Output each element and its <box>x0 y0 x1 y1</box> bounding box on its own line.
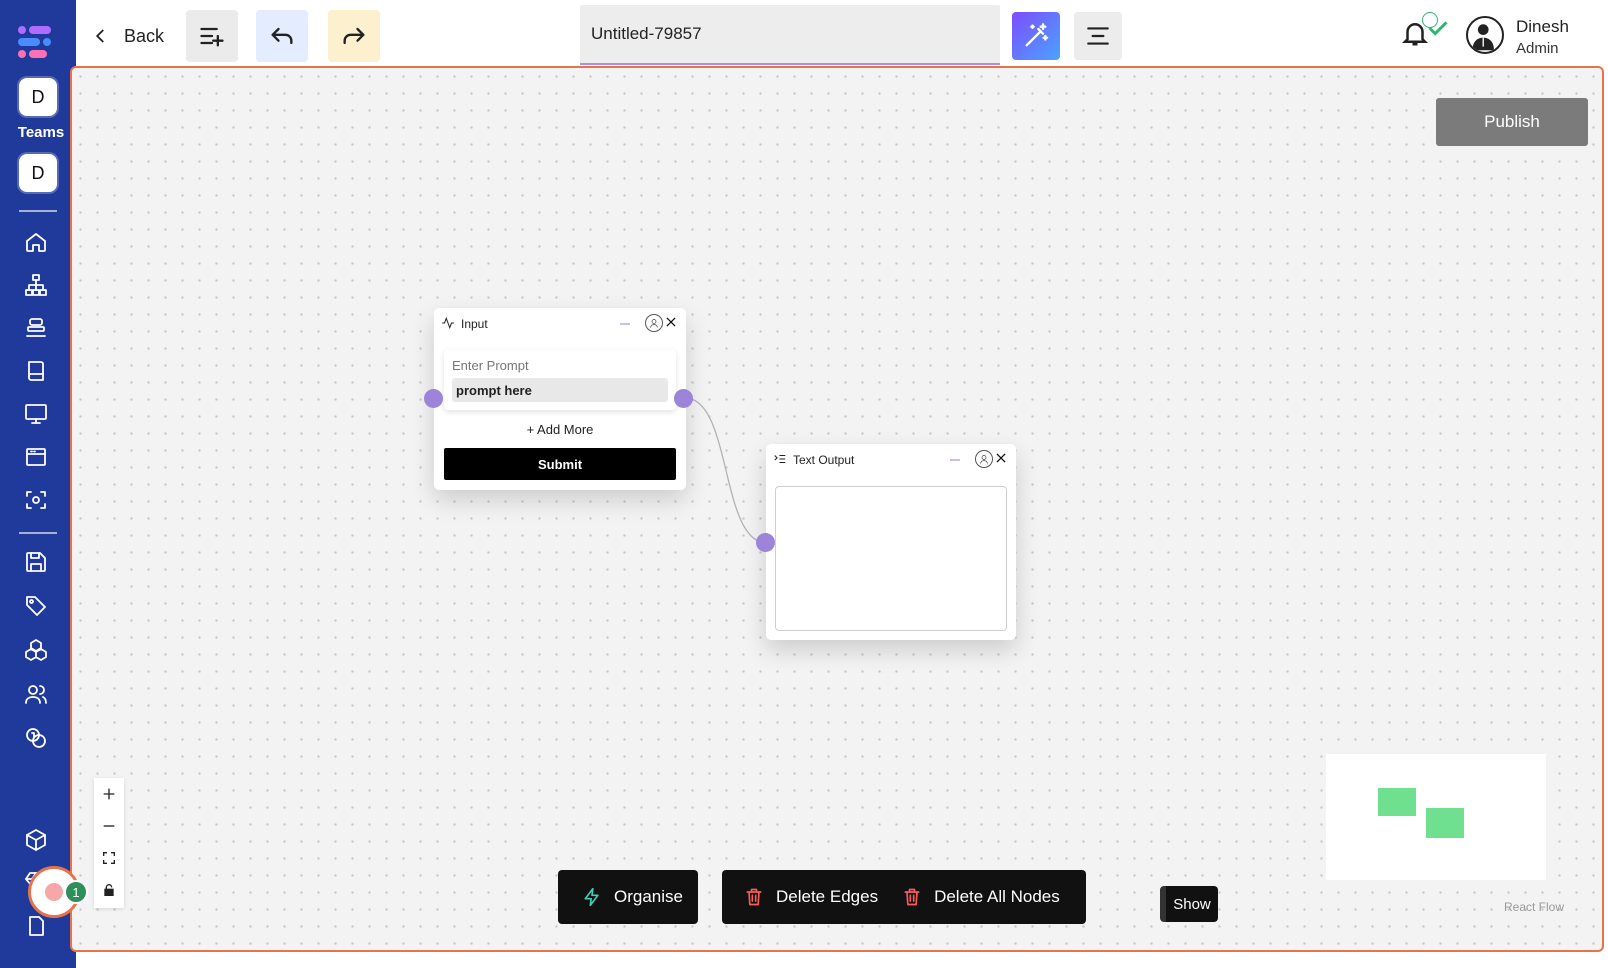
zoom-in-button[interactable] <box>94 778 124 810</box>
text-output-node-title: Text Output <box>793 453 855 467</box>
text-output-node[interactable]: Text Output <box>756 444 1016 640</box>
align-center-icon <box>1087 27 1109 45</box>
activity-icon <box>441 316 455 330</box>
top-bar: Back Dinesh Admin <box>76 0 1608 66</box>
prompt-label: Enter Prompt <box>452 358 529 373</box>
package-icon[interactable] <box>22 826 50 854</box>
book-icon[interactable] <box>22 357 50 385</box>
coins-icon[interactable] <box>22 724 50 752</box>
sidebar-divider <box>19 532 57 534</box>
cubes-icon[interactable] <box>22 636 50 664</box>
zoom-controls <box>94 778 124 908</box>
save-icon[interactable] <box>22 548 50 576</box>
delete-edges-button[interactable]: Delete Edges <box>744 887 878 907</box>
text-output-area[interactable] <box>775 486 1007 631</box>
close-icon[interactable] <box>994 451 1008 465</box>
prompt-card: Enter Prompt prompt here <box>444 350 676 410</box>
back-button[interactable]: Back <box>92 20 164 52</box>
delete-toolbar: Delete Edges Delete All Nodes <box>722 870 1086 924</box>
magic-wand-button[interactable] <box>1012 12 1060 60</box>
lock-icon <box>104 884 114 896</box>
flow-canvas[interactable]: Publish Input Enter Prompt prompt here +… <box>70 66 1604 952</box>
text-output-node-header: Text Output <box>766 444 1016 474</box>
user-role: Admin <box>1516 40 1559 57</box>
delete-edges-label: Delete Edges <box>776 887 879 906</box>
user-circle-icon[interactable] <box>975 450 993 468</box>
zoom-out-button[interactable] <box>94 810 124 842</box>
submit-button[interactable]: Submit <box>444 448 676 480</box>
input-source-handle[interactable] <box>674 389 693 408</box>
notifications-button[interactable] <box>1400 12 1448 54</box>
output-target-handle[interactable] <box>756 533 775 552</box>
show-button[interactable]: Show <box>1160 886 1218 922</box>
minus-icon <box>103 825 115 827</box>
input-node-title: Input <box>461 317 488 331</box>
redo-button[interactable] <box>328 10 380 62</box>
minimap-node <box>1378 788 1416 816</box>
record-dot-icon <box>45 883 63 901</box>
react-flow-attribution[interactable]: React Flow <box>1504 900 1564 914</box>
input-target-handle[interactable] <box>424 389 443 408</box>
check-status-icon <box>1422 12 1448 36</box>
minimap[interactable] <box>1326 754 1546 880</box>
fit-view-button[interactable] <box>94 842 124 874</box>
sidebar: D Teams D <box>0 0 76 968</box>
fit-screen-icon <box>103 852 115 864</box>
record-count-badge: 1 <box>64 880 88 904</box>
tag-icon[interactable] <box>22 592 50 620</box>
organise-label: Organise <box>614 887 683 906</box>
magic-wand-icon <box>1025 23 1049 47</box>
back-label: Back <box>124 25 165 46</box>
sidebar-divider <box>19 210 57 212</box>
user-name: Dinesh <box>1516 17 1569 36</box>
team-avatar[interactable]: D <box>19 78 57 116</box>
add-list-button[interactable] <box>186 10 238 62</box>
lock-button[interactable] <box>94 874 124 906</box>
app-logo-icon[interactable] <box>16 24 56 60</box>
team-avatar-secondary[interactable]: D <box>19 154 57 192</box>
undo-button[interactable] <box>256 10 308 62</box>
terminal-icon <box>773 452 787 466</box>
organise-toolbar: Organise <box>558 870 698 924</box>
database-icon[interactable] <box>22 314 50 342</box>
minimap-node <box>1426 808 1464 838</box>
prompt-input[interactable]: prompt here <box>452 378 668 402</box>
input-node[interactable]: Input Enter Prompt prompt here + Add Mor… <box>424 308 693 490</box>
publish-button[interactable]: Publish <box>1436 98 1588 146</box>
user-circle-icon[interactable] <box>645 314 663 332</box>
close-icon[interactable] <box>664 315 678 329</box>
undo-icon <box>271 27 293 45</box>
minimize-icon[interactable] <box>950 459 960 461</box>
list-add-icon <box>200 27 224 47</box>
chevron-left-icon <box>95 29 104 43</box>
delete-all-nodes-button[interactable]: Delete All Nodes <box>902 887 1060 907</box>
home-icon[interactable] <box>22 228 50 256</box>
sitemap-icon[interactable] <box>22 271 50 299</box>
scan-icon[interactable] <box>22 486 50 514</box>
lightning-icon <box>584 887 599 907</box>
add-more-button[interactable]: + Add More <box>434 422 686 437</box>
browser-window-icon[interactable] <box>22 443 50 471</box>
redo-icon <box>343 27 365 45</box>
delete-all-nodes-label: Delete All Nodes <box>934 887 1060 906</box>
monitor-icon[interactable] <box>22 400 50 428</box>
align-menu-button[interactable] <box>1074 12 1122 60</box>
trash-icon <box>746 888 762 906</box>
users-icon[interactable] <box>22 680 50 708</box>
user-avatar[interactable] <box>1466 16 1504 54</box>
workflow-title-input[interactable] <box>580 5 1000 65</box>
input-node-header: Input <box>434 308 686 338</box>
organise-button[interactable]: Organise <box>582 887 683 907</box>
plus-icon <box>103 788 115 800</box>
trash-icon <box>904 888 920 906</box>
minimize-icon[interactable] <box>620 323 630 325</box>
